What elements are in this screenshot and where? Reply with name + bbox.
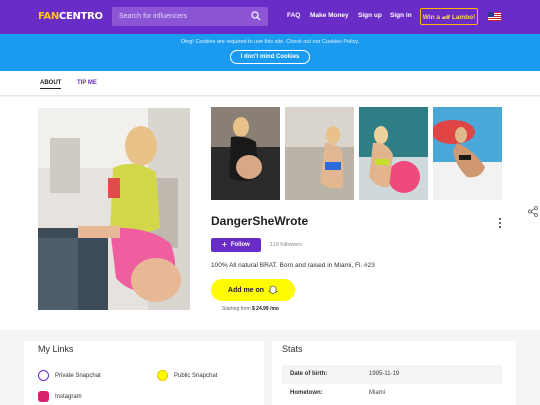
nav-faq[interactable]: FAQ: [287, 12, 300, 19]
search-input[interactable]: Search for influencers: [112, 7, 268, 26]
follow-button[interactable]: + Follow: [211, 238, 261, 252]
profile-main-photo[interactable]: [38, 108, 190, 310]
more-options-icon[interactable]: [497, 217, 503, 229]
stat-value: 1995-11-19: [369, 371, 400, 377]
link-label: Instagram: [55, 393, 82, 400]
link-label: Public Snapchat: [174, 372, 218, 379]
cookie-banner: Oing! Cookies are required to use this s…: [0, 34, 540, 71]
logo-text-primary: FAN: [38, 11, 59, 22]
link-public-snapchat[interactable]: Public Snapchat: [157, 370, 217, 381]
followers-count: 119 followers: [270, 242, 302, 248]
stat-row: Date of birth: 1995-11-19: [282, 365, 502, 384]
logo-text-secondary: CENTRO: [58, 11, 103, 22]
follow-label: Follow: [230, 242, 250, 248]
search-icon[interactable]: [251, 11, 261, 21]
fancentro-logo[interactable]: FANCENTRO: [38, 11, 103, 22]
profile-bio: 100% All natural BRAT. Born and raised i…: [211, 262, 375, 269]
instagram-icon: [38, 391, 49, 402]
link-private-snapchat[interactable]: Private Snapchat: [38, 370, 101, 381]
starting-price-value: $ 24.99 /mo: [252, 306, 279, 312]
share-icon[interactable]: [527, 205, 540, 218]
link-instagram[interactable]: Instagram: [38, 391, 82, 402]
snapchat-ghost-icon: [268, 285, 278, 294]
gallery-thumb-4[interactable]: [433, 107, 502, 200]
gallery-thumb-2[interactable]: [285, 107, 354, 200]
us-flag-icon[interactable]: [488, 12, 501, 21]
stat-key: Date of birth:: [290, 371, 328, 377]
private-snapchat-icon: [38, 370, 49, 381]
gallery-thumb-3[interactable]: [359, 107, 428, 200]
nav-sign-up[interactable]: Sign up: [358, 12, 382, 19]
top-navbar: FANCENTRO Search for influencers FAQ Mak…: [0, 0, 540, 34]
accept-cookies-button[interactable]: I don't mind Cookies: [230, 50, 310, 64]
stat-row: Hometown: Miami: [282, 384, 502, 403]
win-lambo-button[interactable]: Win a 🏎 Lambo!: [420, 8, 478, 25]
gallery-thumb-1[interactable]: [211, 107, 280, 200]
search-placeholder: Search for influencers: [119, 13, 188, 20]
profile-section: DangerSheWrote + Follow 119 followers 10…: [0, 97, 540, 330]
stat-value: Miami: [369, 390, 385, 396]
link-label: Private Snapchat: [55, 372, 101, 379]
profile-username: DangerSheWrote: [211, 214, 309, 228]
profile-tabs: ABOUT TIP ME: [0, 71, 540, 96]
tab-about[interactable]: ABOUT: [40, 80, 62, 89]
nav-make-money[interactable]: Make Money: [310, 12, 349, 19]
nav-sign-in[interactable]: Sign in: [390, 12, 412, 19]
starting-price: Starting from $ 24.99 /mo: [222, 306, 279, 312]
plus-icon: +: [222, 240, 227, 249]
public-snapchat-icon: [157, 370, 168, 381]
snap-button-label: Add me on: [227, 286, 265, 294]
starting-prefix: Starting from: [222, 306, 251, 312]
tab-tip-me[interactable]: TIP ME: [77, 80, 97, 86]
stats-title: Stats: [282, 344, 303, 354]
links-title: My Links: [38, 344, 74, 354]
stat-key: Hometown:: [290, 390, 323, 396]
details-section: My Links Private Snapchat Public Snapcha…: [0, 330, 540, 405]
add-on-snapchat-button[interactable]: Add me on: [211, 279, 295, 301]
cookie-message: Oing! Cookies are required to use this s…: [180, 39, 360, 45]
